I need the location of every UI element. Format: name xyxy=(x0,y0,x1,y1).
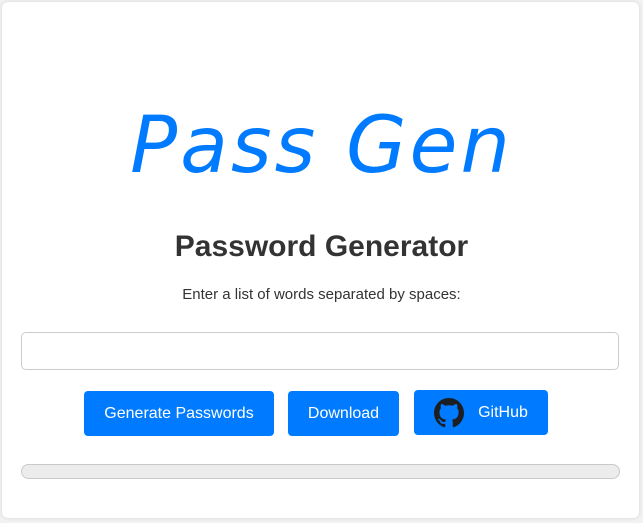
github-label: GitHub xyxy=(478,403,528,421)
github-button[interactable]: GitHub xyxy=(414,390,548,435)
instruction-text: Enter a list of words separated by space… xyxy=(182,286,461,303)
generate-passwords-button[interactable]: Generate Passwords xyxy=(84,391,274,436)
progress-bar xyxy=(21,464,620,479)
download-label: Download xyxy=(307,404,380,422)
github-icon xyxy=(434,397,465,428)
words-input[interactable] xyxy=(21,332,619,370)
logo-text: Pass Gen xyxy=(130,101,513,191)
download-button[interactable]: Download xyxy=(288,391,399,436)
generate-passwords-label: Generate Passwords xyxy=(104,404,254,422)
page-title: Password Generator xyxy=(174,230,469,263)
